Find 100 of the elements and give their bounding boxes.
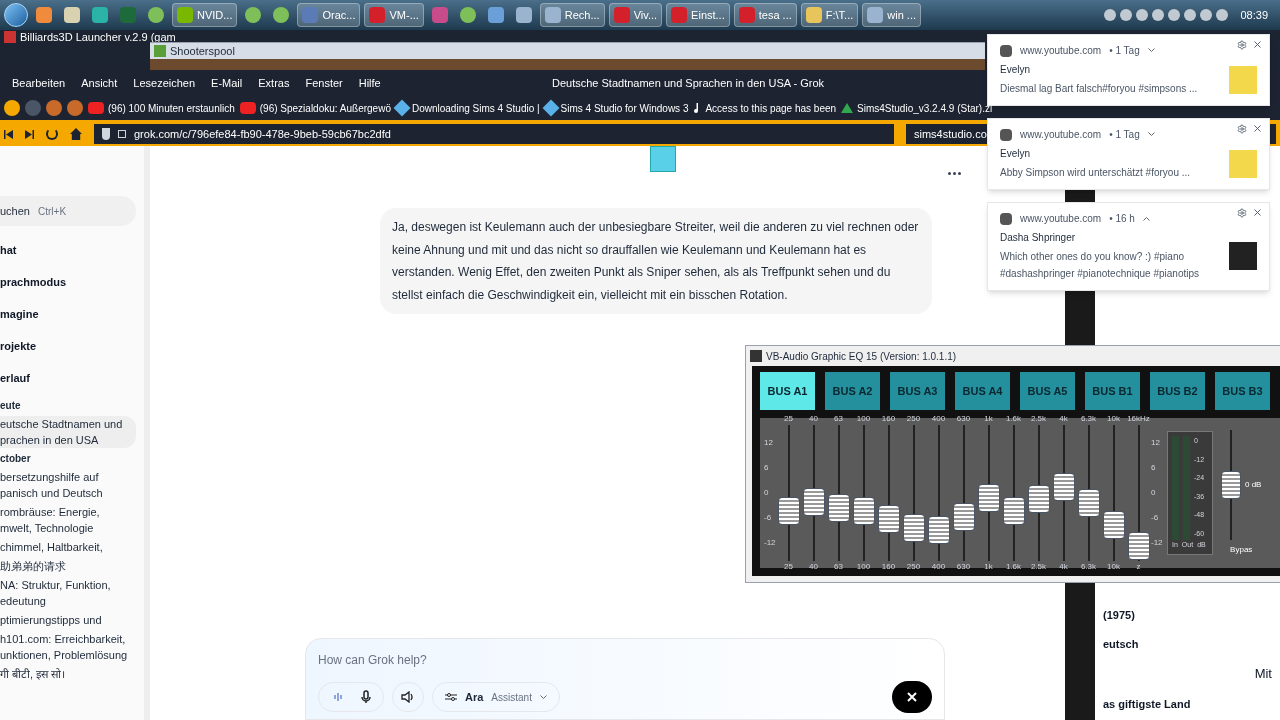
slider-track[interactable] [777, 425, 800, 561]
taskbar-button[interactable]: Orac... [297, 3, 361, 27]
bookmark-icon[interactable] [46, 100, 62, 116]
slider-track[interactable] [1027, 425, 1050, 561]
taskbar-button[interactable]: VM-... [364, 3, 424, 27]
bookmark-icon[interactable] [67, 100, 83, 116]
slider-thumb[interactable] [902, 513, 925, 542]
chat-input[interactable]: How can Grok help? [318, 651, 932, 669]
home-icon[interactable] [70, 128, 82, 140]
close-button[interactable] [892, 681, 932, 713]
slider-thumb[interactable] [1102, 511, 1125, 540]
taskbar-button[interactable]: Einst... [666, 3, 730, 27]
slider-track[interactable] [877, 425, 900, 561]
notification-toast[interactable]: www.youtube.com • 1 Tag Evelyn Diesmal lag Bart falsch#foryou #simpsons ... [987, 34, 1270, 106]
bookmark[interactable]: Access to this page has been [693, 100, 837, 116]
notification-toast[interactable]: www.youtube.com • 1 Tag Evelyn Abby Simpson wird unterschätzt #foryou ... [987, 118, 1270, 190]
slider-track[interactable] [852, 425, 875, 561]
slider-thumb[interactable] [977, 484, 1000, 513]
nav-item[interactable]: prachmodus [0, 266, 144, 298]
taskbar-button[interactable]: win ... [862, 3, 921, 27]
bookmark[interactable]: (96) 100 Minuten erstaunlich [88, 100, 235, 116]
chevron-icon[interactable] [1142, 216, 1150, 221]
bookmark[interactable]: (96) Spezialdoku: Außergewö [239, 100, 391, 116]
history-item[interactable]: eutsche Stadtnamen und prachen in den USA [0, 416, 136, 448]
history-item[interactable]: chimmel, Haltbarkeit, [0, 539, 136, 555]
slider-track[interactable] [977, 425, 1000, 561]
settings-icon[interactable] [1237, 208, 1247, 218]
bus-button[interactable]: BUS B2 [1150, 372, 1205, 410]
bus-button[interactable]: BUS A5 [1020, 372, 1075, 410]
slider-thumb[interactable] [927, 515, 950, 544]
history-item[interactable]: गी बीटी, इस सो। [0, 666, 136, 682]
bus-button[interactable]: BUS A3 [890, 372, 945, 410]
frequency-label: z [1136, 561, 1141, 573]
menu-item[interactable]: Fenster [305, 74, 343, 92]
taskbar-button[interactable]: NVID... [172, 3, 238, 27]
tray-icons[interactable] [1104, 9, 1229, 21]
nav-item[interactable]: hat [0, 234, 144, 266]
slider-thumb[interactable] [1002, 497, 1025, 526]
slider-track[interactable] [952, 425, 975, 561]
close-icon[interactable] [1252, 207, 1263, 218]
bus-button[interactable]: BUS A4 [955, 372, 1010, 410]
slider-thumb[interactable] [1127, 531, 1150, 560]
slider-track[interactable] [1102, 425, 1125, 561]
slider-thumb[interactable] [1077, 488, 1100, 517]
menu-item[interactable]: Lesezeichen [133, 74, 196, 92]
slider-track[interactable] [927, 425, 950, 561]
taskbar-button[interactable]: Rech... [539, 3, 605, 27]
menu-item[interactable]: Extras [258, 74, 290, 92]
reload-icon[interactable] [46, 128, 58, 140]
slider-track[interactable] [802, 425, 825, 561]
nav-item[interactable]: rojekte [0, 330, 144, 362]
slider-thumb[interactable] [1221, 471, 1241, 499]
menu-item[interactable]: Hilfe [358, 74, 381, 92]
slider-thumb[interactable] [1027, 485, 1050, 514]
menu-item[interactable]: Ansicht [81, 74, 118, 92]
taskbar-button[interactable]: F:\T... [800, 3, 859, 27]
start-orb-icon[interactable] [4, 3, 28, 27]
slider-thumb[interactable] [1052, 472, 1075, 501]
nav-item[interactable]: magine [0, 298, 144, 330]
settings-icon[interactable] [1237, 40, 1247, 50]
taskbar-button[interactable]: tesa ... [733, 3, 797, 27]
slider-thumb[interactable] [952, 502, 975, 531]
close-icon[interactable] [1252, 123, 1263, 134]
bus-button[interactable]: BUS A1 [760, 372, 815, 410]
back-icon[interactable] [4, 129, 13, 139]
close-icon[interactable] [1252, 39, 1263, 50]
slider-track[interactable] [1002, 425, 1025, 561]
chevron-icon[interactable] [1147, 48, 1155, 53]
chevron-icon[interactable] [1147, 132, 1155, 137]
menu-item[interactable]: Bearbeiten [12, 74, 66, 92]
slider-thumb[interactable] [827, 494, 850, 523]
nav-item[interactable]: erlauf [0, 362, 144, 394]
bookmark-icon[interactable] [4, 100, 20, 116]
settings-icon[interactable] [1237, 124, 1247, 134]
bus-button[interactable]: BUS A2 [825, 372, 880, 410]
slider-track[interactable] [827, 425, 850, 561]
menu-item[interactable]: E-Mail [211, 74, 243, 92]
bus-button[interactable]: BUS B3 [1215, 372, 1270, 410]
forward-icon[interactable] [25, 129, 34, 139]
slider-thumb[interactable] [802, 487, 825, 516]
clock[interactable]: 08:39 [1232, 6, 1276, 24]
bus-button[interactable]: BUS B1 [1085, 372, 1140, 410]
slider-track[interactable] [902, 425, 925, 561]
notification-toast[interactable]: www.youtube.com • 16 h Dasha Shpringer Which other ones do you know? :) #piano #dashashpringer #pianotechnique #pianotips [987, 202, 1270, 291]
master-slider-track[interactable] [1221, 430, 1241, 540]
slider-track[interactable] [1077, 425, 1100, 561]
history-item[interactable]: 助弟弟的请求 [0, 558, 136, 574]
taskbar-button[interactable]: Viv... [608, 3, 663, 27]
slider-track[interactable] [1052, 425, 1075, 561]
bookmark[interactable]: Downloading Sims 4 Studio | [395, 100, 540, 116]
slider-thumb[interactable] [877, 504, 900, 533]
history-heading: eute [0, 399, 22, 413]
search-field[interactable]: uchen Ctrl+K [0, 196, 136, 226]
bookmark[interactable]: Sims 4 Studio for Windows 3 [544, 100, 689, 116]
slider-track[interactable] [1127, 425, 1150, 561]
slider-thumb[interactable] [852, 497, 875, 526]
history-item[interactable]: h101.com: Erreichbarkeit, unktionen, Problemlösung [0, 631, 136, 663]
slider-thumb[interactable] [777, 497, 800, 526]
history-item[interactable]: ptimierungstipps und [0, 612, 136, 628]
url-field[interactable]: grok.com/c/796efe84-fb90-478e-9beb-59cb67bc2dfd [94, 124, 894, 144]
